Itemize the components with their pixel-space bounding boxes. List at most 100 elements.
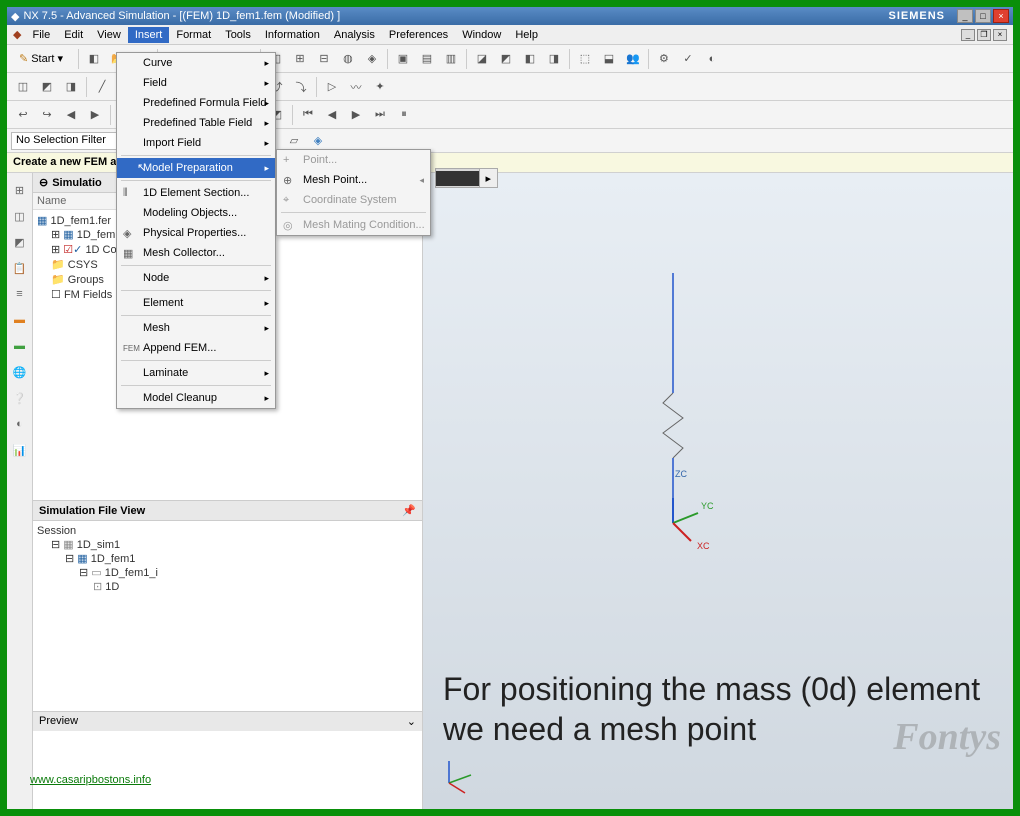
- tool3-redo-icon[interactable]: ↪: [36, 104, 58, 126]
- fileview-pin-icon[interactable]: 📌: [402, 504, 416, 517]
- menu-physical-properties[interactable]: ◈Physical Properties...: [117, 223, 275, 243]
- tool3-play-first-icon[interactable]: ⏮: [297, 104, 319, 126]
- menu-modeling-objects[interactable]: Modeling Objects...: [117, 203, 275, 223]
- submenu-point[interactable]: +Point...: [277, 150, 430, 170]
- tool2-2-icon[interactable]: ◩: [36, 76, 58, 98]
- tool2-star-icon[interactable]: ✦: [369, 76, 391, 98]
- menu-field[interactable]: Field▸: [117, 73, 275, 93]
- tool3-next-icon[interactable]: ▶: [84, 104, 106, 126]
- preview-bar[interactable]: Preview ⌄: [33, 711, 422, 731]
- preview-expand-icon[interactable]: ⌄: [407, 715, 416, 728]
- vtool-web-icon[interactable]: 🌐: [10, 362, 30, 382]
- tool3-play-icon[interactable]: ▶: [345, 104, 367, 126]
- source-link[interactable]: www.casaripbostons.info: [30, 774, 151, 786]
- menu-insert[interactable]: Insert: [128, 27, 170, 43]
- menu-mesh-collector[interactable]: ▦Mesh Collector...: [117, 243, 275, 263]
- menu-edit[interactable]: Edit: [57, 27, 90, 43]
- start-button[interactable]: ✎Start▾: [11, 50, 71, 67]
- menu-view[interactable]: View: [90, 27, 128, 43]
- tab-next-icon[interactable]: ▸: [479, 169, 497, 187]
- menu-curve[interactable]: Curve▸: [117, 53, 275, 73]
- nav-collapse-icon[interactable]: ⊖: [39, 176, 48, 189]
- submenu-mesh-point[interactable]: ⊕Mesh Point...◂: [277, 170, 430, 190]
- menu-window[interactable]: Window: [455, 27, 508, 43]
- tool3-prev-icon[interactable]: ◀: [60, 104, 82, 126]
- tool3-play-prev-icon[interactable]: ◀: [321, 104, 343, 126]
- minimize-button[interactable]: _: [957, 9, 973, 23]
- doc-restore-button[interactable]: ❐: [977, 29, 991, 41]
- viewport[interactable]: Default: NX NASTRAN ZC YC XC For pos: [423, 173, 1013, 809]
- tool3-undo-icon[interactable]: ↩: [12, 104, 34, 126]
- vtool-nav-icon[interactable]: ⊞: [10, 180, 30, 200]
- menu-laminate[interactable]: Laminate▸: [117, 363, 275, 383]
- tool-people-icon[interactable]: 👥: [622, 48, 644, 70]
- menu-predef-table[interactable]: Predefined Table Field▸: [117, 113, 275, 133]
- vtool-hist-icon[interactable]: 📋: [10, 258, 30, 278]
- vtool-help-icon[interactable]: ❔: [10, 388, 30, 408]
- menu-information[interactable]: Information: [258, 27, 327, 43]
- menu-model-preparation[interactable]: Model Preparation▸ ↖: [117, 158, 275, 178]
- menu-help[interactable]: Help: [508, 27, 545, 43]
- tool2-wave-icon[interactable]: 〰: [345, 76, 367, 98]
- tool-view2-icon[interactable]: ⊞: [289, 48, 311, 70]
- menu-append-fem[interactable]: FEMAppend FEM...: [117, 338, 275, 358]
- menu-mesh[interactable]: Mesh▸: [117, 318, 275, 338]
- tool2-1-icon[interactable]: ◫: [12, 76, 34, 98]
- tool3-play-next-icon[interactable]: ⏭: [369, 104, 391, 126]
- doc-close-button[interactable]: ×: [993, 29, 1007, 41]
- tool-view5-icon[interactable]: ◈: [361, 48, 383, 70]
- menu-element[interactable]: Element▸: [117, 293, 275, 313]
- vtool-res-icon[interactable]: 📊: [10, 440, 30, 460]
- vtool-layer-icon[interactable]: ≡: [10, 284, 30, 304]
- tool2-3-icon[interactable]: ◨: [60, 76, 82, 98]
- tool-check-icon[interactable]: ✓: [677, 48, 699, 70]
- submenu-mesh-mating[interactable]: ◎Mesh Mating Condition...: [277, 215, 430, 235]
- tool-misc2-icon[interactable]: ⬓: [598, 48, 620, 70]
- tool-assy3-icon[interactable]: ◧: [519, 48, 541, 70]
- tool-misc1-icon[interactable]: ⬚: [574, 48, 596, 70]
- close-button[interactable]: ×: [993, 9, 1009, 23]
- maximize-button[interactable]: □: [975, 9, 991, 23]
- menu-predef-formula[interactable]: Predefined Formula Field▸: [117, 93, 275, 113]
- tool-analysis-icon[interactable]: ◐: [701, 48, 723, 70]
- tool-shade1-icon[interactable]: ▣: [392, 48, 414, 70]
- menu-preferences[interactable]: Preferences: [382, 27, 455, 43]
- vtool-color1-icon[interactable]: ▬: [10, 310, 30, 330]
- submenu-csys[interactable]: ⌖Coordinate System: [277, 190, 430, 210]
- tool-assy2-icon[interactable]: ◩: [495, 48, 517, 70]
- tool-shade3-icon[interactable]: ▥: [440, 48, 462, 70]
- selection-filter-dropdown[interactable]: No Selection Filter: [11, 132, 131, 150]
- menu-tools[interactable]: Tools: [218, 27, 258, 43]
- menu-file[interactable]: File: [25, 27, 57, 43]
- menu-import-field[interactable]: Import Field▸: [117, 133, 275, 153]
- file-view-tree[interactable]: Session ⊟ ▦ 1D_sim1 ⊟ ▦ 1D_fem1 ⊟ ▭ 1D_f…: [33, 521, 422, 711]
- tree-item[interactable]: ⊟ ▦ 1D_fem1 ⊟ ▭ 1D_fem1_i ⊡ 1D: [65, 551, 418, 596]
- tool3-pause-icon[interactable]: ⏸: [393, 104, 415, 126]
- tree-session[interactable]: Session: [37, 525, 418, 537]
- tool-assy1-icon[interactable]: ◪: [471, 48, 493, 70]
- tool-view3-icon[interactable]: ⊟: [313, 48, 335, 70]
- tree-item[interactable]: ⊟ ▦ 1D_sim1 ⊟ ▦ 1D_fem1 ⊟ ▭ 1D_fem1_i ⊡ …: [51, 537, 418, 597]
- menu-model-cleanup[interactable]: Model Cleanup▸: [117, 388, 275, 408]
- fileview-title: Simulation File View: [39, 505, 145, 517]
- menu-node[interactable]: Node▸: [117, 268, 275, 288]
- tool-shade2-icon[interactable]: ▤: [416, 48, 438, 70]
- menu-analysis[interactable]: Analysis: [327, 27, 382, 43]
- tool-gear-icon[interactable]: ⚙: [653, 48, 675, 70]
- tool-cube-icon[interactable]: ◧: [83, 48, 105, 70]
- view-tab-active[interactable]: [436, 171, 479, 186]
- menu-1d-element-section[interactable]: ⫴1D Element Section...: [117, 183, 275, 203]
- vtool-assy-icon[interactable]: ◫: [10, 206, 30, 226]
- tree-item[interactable]: ⊡ 1D: [93, 579, 418, 594]
- vtool-part-icon[interactable]: ◩: [10, 232, 30, 252]
- vtool-sim-icon[interactable]: ◐: [10, 414, 30, 434]
- tree-item[interactable]: ⊟ ▭ 1D_fem1_i ⊡ 1D: [79, 565, 418, 595]
- doc-minimize-button[interactable]: _: [961, 29, 975, 41]
- tool2-line-icon[interactable]: ╱: [91, 76, 113, 98]
- tool-view4-icon[interactable]: ◍: [337, 48, 359, 70]
- vtool-color2-icon[interactable]: ▬: [10, 336, 30, 356]
- tool2-curve3-icon[interactable]: ⤵: [290, 76, 312, 98]
- menu-format[interactable]: Format: [169, 27, 218, 43]
- tool2-tri-icon[interactable]: ▷: [321, 76, 343, 98]
- tool-assy4-icon[interactable]: ◨: [543, 48, 565, 70]
